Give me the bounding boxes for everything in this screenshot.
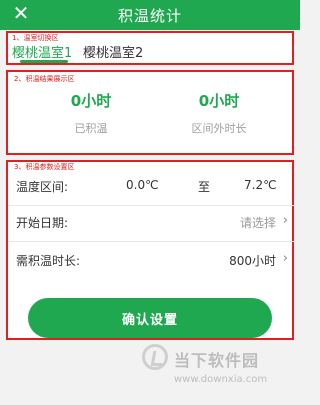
outside-range-value: 0小时 bbox=[198, 92, 240, 110]
duration-label: 需积温时长: bbox=[16, 254, 81, 268]
accumulation-result-area: 2、积温结果展示区 0小时 已积温 0小时 区间外时长 bbox=[6, 70, 294, 155]
confirm-settings-button[interactable]: 确认设置 bbox=[28, 298, 272, 338]
start-date-placeholder: 请选择 bbox=[239, 216, 276, 230]
tab-greenhouse-1[interactable]: 樱桃温室1 bbox=[12, 42, 72, 61]
watermark-url: www.downxia.com bbox=[174, 374, 268, 385]
divider bbox=[8, 241, 296, 242]
temperature-range-label: 温度区间: bbox=[16, 180, 69, 194]
start-date-row[interactable]: 开始日期: 请选择 › bbox=[8, 210, 296, 242]
downxia-logo-icon bbox=[142, 344, 168, 370]
greenhouse-switch-area: 1、温室切换区 樱桃温室1 樱桃温室2 bbox=[6, 31, 294, 65]
chevron-right-icon: › bbox=[282, 213, 288, 228]
temperature-to-label: 至 bbox=[198, 180, 211, 194]
outside-range-result: 0小时 区间外时长 bbox=[154, 92, 284, 136]
temperature-from-field[interactable]: 0.0℃ bbox=[126, 178, 159, 192]
page-title: 积温统计 bbox=[117, 7, 182, 25]
annotation-label-settings: 3、积温参数设置区 bbox=[14, 163, 75, 171]
tab-greenhouse-2[interactable]: 樱桃温室2 bbox=[83, 42, 143, 61]
outside-range-label: 区间外时长 bbox=[191, 122, 247, 135]
app-header: ✕ 积温统计 bbox=[0, 0, 300, 30]
chevron-right-icon: › bbox=[282, 251, 288, 266]
watermark-brand: 当下软件园 bbox=[174, 351, 260, 370]
watermark: 当下软件园 www.downxia.com bbox=[142, 344, 292, 402]
annotation-label-tabs: 1、温室切换区 bbox=[12, 34, 59, 42]
accumulated-value: 0小时 bbox=[70, 92, 112, 110]
temperature-range-row: 温度区间: 0.0℃ 至 7.2℃ bbox=[8, 174, 296, 206]
active-tab-indicator bbox=[20, 60, 68, 63]
duration-row[interactable]: 需积温时长: 800小时 › bbox=[16, 248, 288, 272]
accumulated-result: 0小时 已积温 bbox=[26, 92, 156, 136]
temperature-to-field[interactable]: 7.2℃ bbox=[244, 178, 277, 192]
start-date-label: 开始日期: bbox=[16, 216, 69, 230]
annotation-label-results: 2、积温结果展示区 bbox=[14, 75, 75, 83]
accumulated-label: 已积温 bbox=[74, 122, 108, 135]
divider bbox=[8, 205, 296, 206]
duration-value: 800小时 bbox=[229, 254, 276, 268]
